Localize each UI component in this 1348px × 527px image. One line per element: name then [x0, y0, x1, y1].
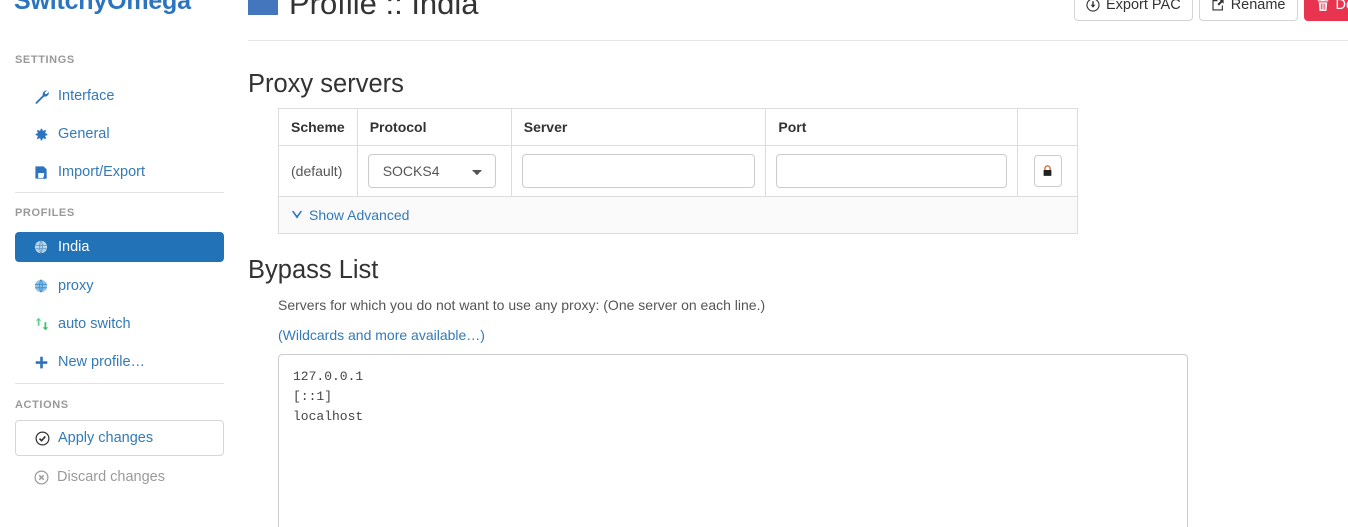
sidebar-item-profile-proxy[interactable]: proxy: [15, 271, 224, 301]
profile-color-swatch[interactable]: [248, 0, 278, 15]
sidebar-item-label: India: [58, 239, 90, 255]
main-content: Profile :: India Export PAC Rename De: [248, 0, 1348, 527]
export-pac-button[interactable]: Export PAC: [1074, 0, 1193, 21]
bypass-list-textarea[interactable]: [278, 354, 1188, 527]
close-circle-icon: [34, 470, 51, 485]
show-advanced-label: Show Advanced: [309, 207, 410, 223]
proxy-servers-table: Scheme Protocol Server Port (default) SO…: [278, 108, 1078, 234]
port-input[interactable]: [776, 154, 1008, 188]
save-icon: [34, 165, 51, 180]
cell-show-advanced: Show Advanced: [278, 196, 1078, 234]
sidebar-section-actions-header: ACTIONS: [15, 399, 69, 411]
sidebar: SwitchyOmega SETTINGS Interface General …: [0, 0, 240, 527]
download-circle-icon: [1086, 0, 1100, 12]
sidebar-item-new-profile[interactable]: New profile…: [15, 347, 224, 377]
sidebar-section-profiles-header: PROFILES: [15, 207, 75, 219]
lock-icon: [1041, 164, 1054, 178]
sidebar-item-label: Interface: [58, 88, 115, 104]
page-title: Profile :: India: [248, 0, 479, 22]
table-header-row: Scheme Protocol Server Port: [278, 108, 1078, 146]
plus-icon: [34, 355, 51, 370]
wrench-icon: [34, 89, 51, 104]
bypass-list-description: Servers for which you do not want to use…: [278, 297, 766, 313]
column-header-actions: [1017, 108, 1078, 146]
server-input[interactable]: [521, 154, 756, 188]
rename-button[interactable]: Rename: [1198, 0, 1298, 21]
sidebar-item-label: Import/Export: [58, 164, 146, 180]
column-header-protocol: Protocol: [356, 108, 512, 146]
proxy-servers-title: Proxy servers: [248, 70, 404, 98]
apply-changes-label: Apply changes: [58, 430, 154, 446]
sidebar-section-settings-header: SETTINGS: [15, 54, 75, 66]
column-header-scheme: Scheme: [278, 108, 358, 146]
column-header-server: Server: [510, 108, 767, 146]
export-pac-label: Export PAC: [1106, 0, 1181, 13]
bypass-list-title: Bypass List: [248, 256, 379, 284]
rename-label: Rename: [1230, 0, 1286, 13]
apply-changes-button[interactable]: Apply changes: [15, 420, 224, 456]
cell-server: [510, 145, 767, 197]
protocol-select[interactable]: SOCKS4: [367, 154, 496, 188]
lock-button[interactable]: [1033, 155, 1062, 187]
sidebar-item-profile-auto-switch[interactable]: auto switch: [15, 309, 224, 339]
cell-lock: [1017, 145, 1078, 197]
cell-protocol: SOCKS4: [356, 145, 512, 197]
show-advanced-link[interactable]: Show Advanced: [291, 207, 409, 223]
sidebar-item-label: auto switch: [58, 316, 131, 332]
edit-square-icon: [1211, 0, 1225, 12]
globe-icon: [34, 279, 51, 293]
page-title-text: Profile :: India: [289, 0, 479, 21]
swap-icon: [34, 317, 51, 331]
table-footer-row: Show Advanced: [278, 196, 1078, 234]
check-circle-icon: [35, 431, 52, 446]
sidebar-item-label: proxy: [58, 278, 94, 294]
gear-icon: [34, 127, 51, 142]
sidebar-item-label: General: [58, 126, 110, 142]
sidebar-item-profile-india[interactable]: India: [15, 232, 224, 262]
column-header-port: Port: [765, 108, 1019, 146]
cell-port: [765, 145, 1019, 197]
delete-button[interactable]: Delete: [1303, 0, 1348, 21]
sidebar-divider-1: [15, 192, 224, 193]
chevron-down-icon: [291, 210, 303, 220]
options-page: SwitchyOmega SETTINGS Interface General …: [0, 0, 1348, 527]
sidebar-item-label: New profile…: [58, 354, 146, 370]
header-actions: Export PAC Rename Delete: [1074, 0, 1348, 21]
bypass-wildcards-link[interactable]: (Wildcards and more available…): [278, 327, 485, 343]
app-logo-title: SwitchyOmega: [14, 0, 191, 15]
discard-changes-label: Discard changes: [57, 469, 165, 485]
globe-icon: [34, 240, 51, 254]
sidebar-item-import-export[interactable]: Import/Export: [15, 157, 224, 187]
header-divider: [248, 40, 1348, 41]
sidebar-item-general[interactable]: General: [15, 119, 224, 149]
sidebar-divider-2: [15, 383, 224, 384]
cell-scheme: (default): [278, 145, 358, 197]
sidebar-item-interface[interactable]: Interface: [15, 81, 224, 111]
table-row: (default) SOCKS4: [278, 145, 1078, 197]
discard-changes-button[interactable]: Discard changes: [15, 463, 224, 491]
delete-label: Delete: [1335, 0, 1348, 13]
trash-icon: [1316, 0, 1330, 12]
